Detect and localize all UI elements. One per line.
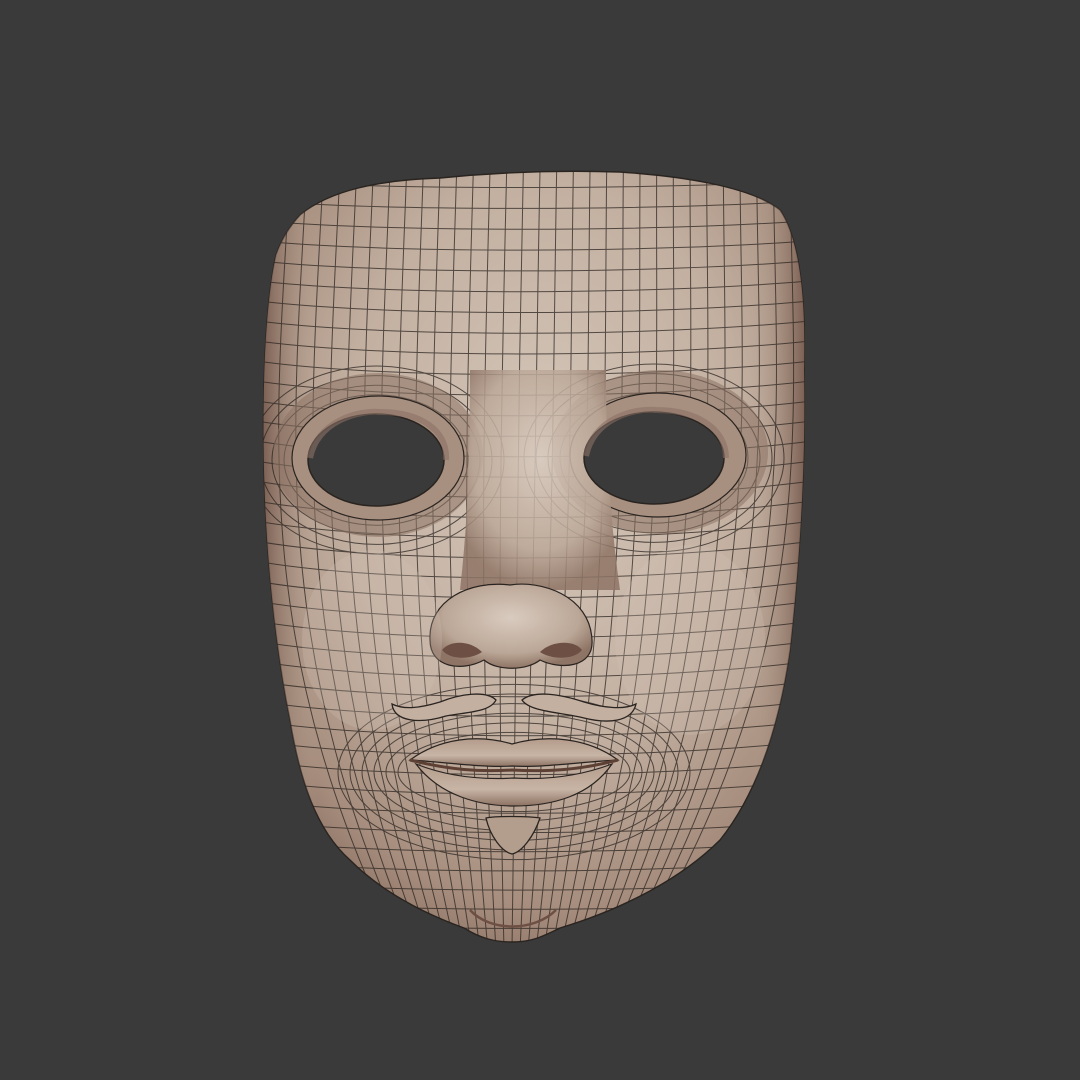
mesh-edge [263, 939, 805, 942]
mask-render [262, 170, 806, 943]
left-cheek [302, 550, 442, 730]
viewport [0, 0, 1080, 1080]
right-cheek [615, 545, 765, 735]
